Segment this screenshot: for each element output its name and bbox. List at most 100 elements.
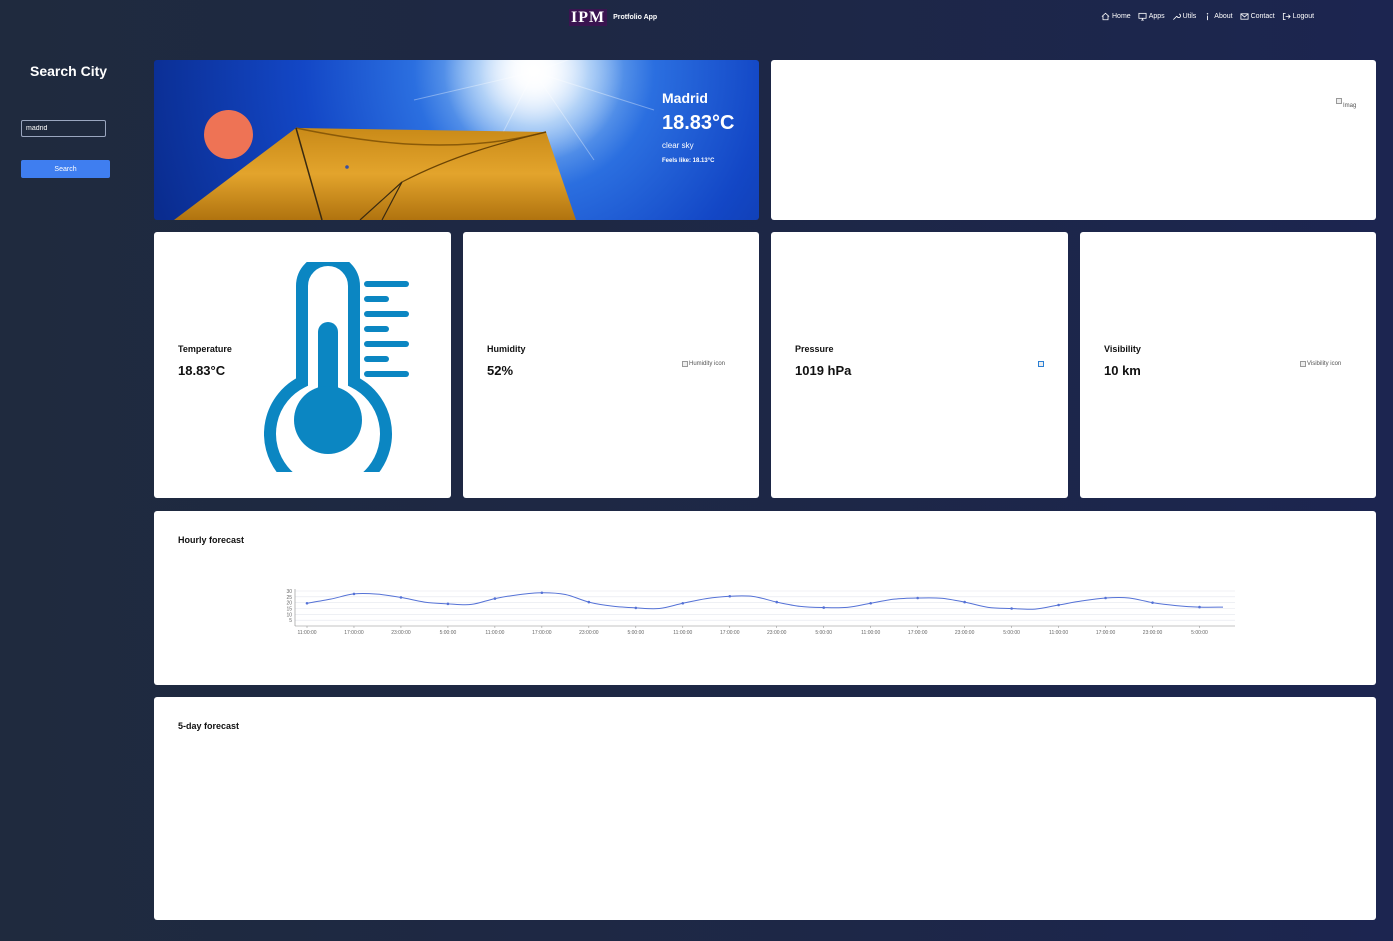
temperature-series-line — [306, 592, 1224, 610]
x-tick-label: 17:00:00 — [720, 630, 740, 636]
search-button[interactable]: Search — [21, 160, 110, 178]
current-weather-banner: Madrid 18.83°C clear sky Feels like: 18.… — [154, 60, 759, 220]
x-tick-label: 11:00:00 — [673, 630, 692, 636]
hourly-forecast-chart: 3025201510511:00:00 17:00:00 23:00:00 5:00:… — [286, 589, 1235, 636]
x-tick-label: 11:00:00 — [485, 630, 504, 636]
sidebar-title: Search City — [30, 63, 108, 79]
nav-contact[interactable]: Contact — [1240, 12, 1275, 21]
five-day-forecast-card: 5-day forecast — [154, 697, 1376, 920]
weather-description: clear sky — [662, 141, 694, 150]
data-point — [869, 601, 872, 605]
nav-home-label: Home — [1112, 13, 1131, 20]
city-name: Madrid — [662, 90, 708, 106]
data-point — [305, 601, 309, 605]
visibility-icon-alt: Visibility icon — [1307, 361, 1342, 367]
pressure-label: Pressure — [795, 344, 834, 354]
nav-logout[interactable]: Logout — [1282, 12, 1314, 21]
data-point — [540, 591, 544, 595]
brand-name: Protfolio App — [613, 14, 658, 21]
pressure-icon — [1038, 361, 1044, 367]
x-tick-label: 11:00:00 — [861, 630, 880, 636]
temperature-value: 18.83°C — [178, 363, 226, 378]
data-point — [1010, 607, 1013, 610]
x-tick-label: 5:00:00 — [815, 630, 832, 636]
logout-icon — [1282, 12, 1291, 21]
data-point — [775, 600, 779, 604]
y-tick-label: 5 — [289, 618, 292, 624]
broken-image-icon: Imag — [1336, 98, 1356, 109]
nav-utils[interactable]: Utils — [1172, 12, 1197, 21]
home-icon — [1101, 12, 1110, 21]
brand-logo: IPM — [569, 9, 608, 26]
x-tick-label: 23:00:00 — [955, 630, 975, 636]
humidity-icon-alt: Humidity icon — [689, 361, 726, 367]
temperature-card: Temperature 18.83°C — [154, 232, 451, 498]
x-tick-label: 5:00:00 — [1191, 630, 1208, 636]
x-tick-label: 17:00:00 — [1096, 630, 1116, 636]
x-tick-label: 11:00:00 — [297, 630, 316, 636]
x-tick-label: 23:00:00 — [767, 630, 787, 636]
x-tick-label: 5:00:00 — [1003, 630, 1020, 636]
nav-utils-label: Utils — [1182, 13, 1197, 20]
visibility-card: Visibility 10 km Visibility icon — [1080, 232, 1376, 498]
weather-condition-badge — [204, 110, 253, 159]
humidity-icon: Humidity icon — [682, 361, 725, 367]
x-tick-label: 17:00:00 — [344, 630, 364, 636]
hourly-forecast-card: Hourly forecast 30 25 20 15 10 5 11:00:00 17:00… — [154, 511, 1376, 685]
nav-about-label: About — [1214, 13, 1233, 20]
mail-icon — [1240, 13, 1249, 20]
nav-apps[interactable]: Apps — [1138, 12, 1165, 21]
visibility-icon: Visibility icon — [1300, 361, 1341, 367]
humidity-label: Humidity — [487, 344, 526, 354]
data-point — [446, 602, 450, 606]
city-search-input[interactable] — [21, 120, 106, 137]
x-tick-label: 23:00:00 — [579, 630, 599, 636]
location-image-card: Imag — [771, 60, 1376, 220]
monitor-icon — [1138, 12, 1147, 21]
x-tick-label: 11:00:00 — [1049, 630, 1068, 636]
nav-logout-label: Logout — [1292, 13, 1315, 20]
nav-links: Home Apps Utils About Contact Logout — [1101, 12, 1314, 21]
data-point — [681, 601, 685, 605]
data-point — [1151, 601, 1154, 604]
top-navbar: IPM Protfolio App Home Apps Utils About … — [0, 0, 1393, 36]
info-icon — [1207, 13, 1209, 21]
thermometer-icon — [264, 262, 409, 472]
brand[interactable]: IPM Protfolio App — [569, 9, 657, 26]
data-point — [399, 596, 403, 599]
nav-about[interactable]: About — [1203, 12, 1233, 21]
feels-like: Feels like: 18.13°C — [662, 158, 715, 164]
current-weather-summary: Madrid 18.83°C clear sky Feels like: 18.… — [662, 90, 735, 164]
temperature-label: Temperature — [178, 344, 232, 354]
nav-contact-label: Contact — [1250, 13, 1275, 20]
data-point — [1057, 603, 1060, 607]
data-point — [634, 606, 638, 610]
visibility-label: Visibility — [1104, 344, 1141, 354]
data-point — [1198, 605, 1201, 609]
x-tick-label: 23:00:00 — [391, 630, 411, 636]
nav-apps-label: Apps — [1148, 13, 1165, 20]
nav-home[interactable]: Home — [1101, 12, 1131, 21]
x-tick-label: 17:00:00 — [532, 630, 552, 636]
data-point — [963, 600, 966, 604]
current-temperature: 18.83°C — [662, 112, 735, 134]
data-point — [822, 606, 826, 609]
humidity-value: 52% — [487, 363, 514, 378]
x-tick-label: 23:00:00 — [1143, 630, 1163, 636]
data-point — [916, 596, 919, 600]
pressure-card: Pressure 1019 hPa — [771, 232, 1068, 498]
data-point — [493, 597, 497, 600]
humidity-card: Humidity 52% Humidity icon — [463, 232, 759, 498]
visibility-value: 10 km — [1104, 363, 1141, 378]
pressure-value: 1019 hPa — [795, 363, 852, 378]
x-tick-label: 5:00:00 — [627, 630, 644, 636]
five-day-forecast-title: 5-day forecast — [178, 721, 240, 731]
x-tick-label: 17:00:00 — [908, 630, 928, 636]
image-alt-text: Imag — [1343, 103, 1357, 109]
data-point — [1104, 596, 1107, 600]
data-point — [587, 600, 591, 604]
data-point — [728, 594, 732, 598]
wrench-icon — [1172, 13, 1181, 20]
x-tick-label: 5:00:00 — [440, 630, 457, 636]
data-point — [352, 592, 356, 596]
